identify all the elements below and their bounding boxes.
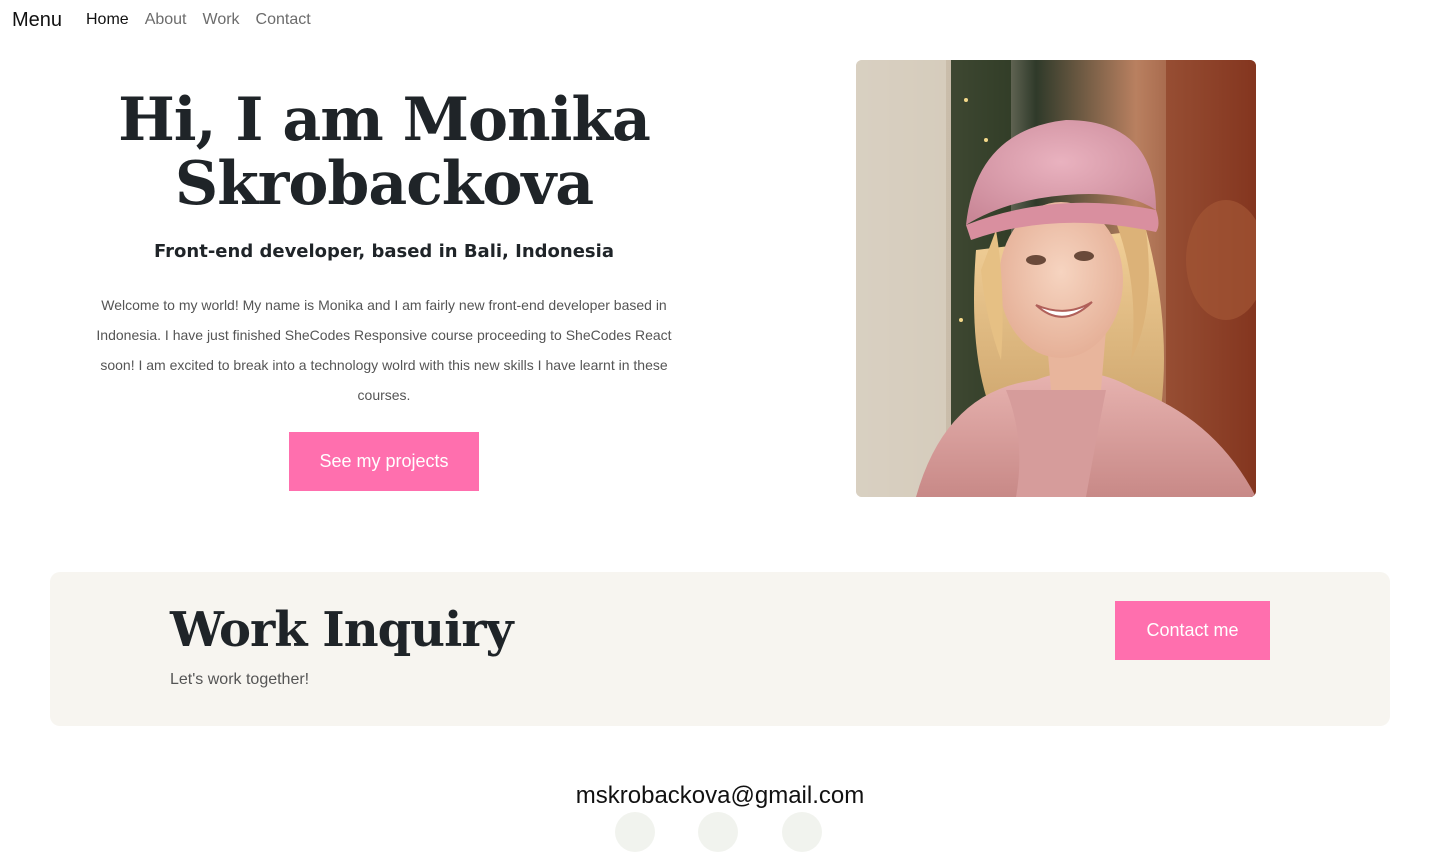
nav-link-about[interactable]: About bbox=[145, 10, 187, 30]
hero-section: Hi, I am Monika Skrobackova Front-end de… bbox=[70, 88, 698, 410]
menu-brand[interactable]: Menu bbox=[12, 8, 62, 32]
social-icon-1[interactable] bbox=[615, 812, 655, 852]
profile-photo bbox=[856, 60, 1256, 497]
work-inquiry-subtitle: Let's work together! bbox=[170, 671, 310, 688]
nav-link-work[interactable]: Work bbox=[203, 10, 240, 30]
social-icon-2[interactable] bbox=[698, 812, 738, 852]
navbar: Menu Home About Work Contact bbox=[0, 0, 1440, 42]
hero-subtitle: Front-end developer, based in Bali, Indo… bbox=[154, 241, 614, 262]
hero-title: Hi, I am Monika Skrobackova bbox=[70, 88, 698, 216]
footer-email[interactable]: mskrobackova@gmail.com bbox=[0, 782, 1440, 810]
contact-me-button[interactable]: Contact me bbox=[1115, 601, 1270, 660]
nav-link-contact[interactable]: Contact bbox=[256, 10, 311, 30]
nav-link-home[interactable]: Home bbox=[86, 10, 129, 30]
hero-title-line2: Skrobackova bbox=[174, 149, 594, 219]
see-projects-button[interactable]: See my projects bbox=[289, 432, 479, 491]
work-inquiry-section: Work Inquiry Let's work together! Contac… bbox=[50, 572, 1390, 726]
hero-description: Welcome to my world! My name is Monika a… bbox=[96, 297, 672, 403]
social-icon-3[interactable] bbox=[782, 812, 822, 852]
hero-title-line1: Hi, I am Monika bbox=[118, 85, 651, 155]
nav-links: Home About Work Contact bbox=[86, 10, 327, 30]
work-inquiry-title: Work Inquiry bbox=[170, 602, 513, 658]
